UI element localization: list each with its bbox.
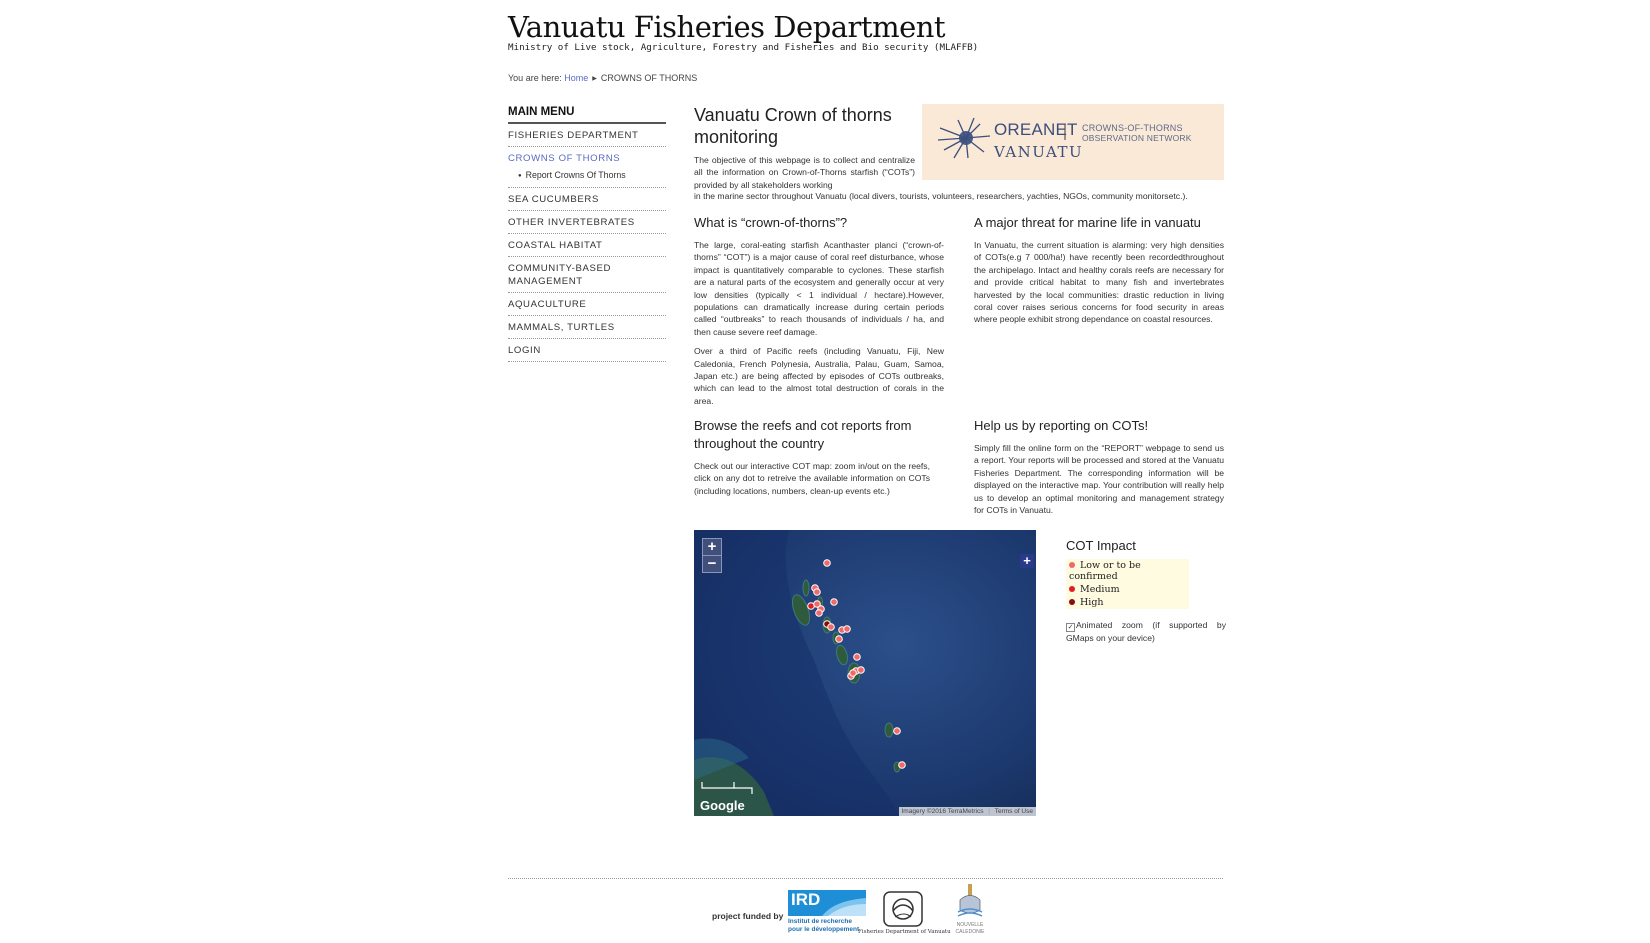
section-browse-reefs: Browse the reefs and cot reports from th…: [694, 417, 930, 497]
google-logo: Google: [700, 798, 745, 813]
ird-text-1: Institut de recherche: [788, 918, 852, 925]
ird-text-2: pour le développement: [788, 926, 860, 933]
section-heading: Browse the reefs and cot reports from th…: [694, 418, 912, 451]
legend-title: COT Impact: [1066, 538, 1136, 553]
section-paragraph: Check out our interactive COT map: zoom …: [694, 461, 930, 496]
menu-item-mammals-turtles[interactable]: MAMMALS, TURTLES: [508, 316, 666, 339]
main-menu: MAIN MENU FISHERIES DEPARTMENT CROWNS OF…: [508, 106, 666, 362]
site-subtitle: Ministry of Live stock, Agriculture, For…: [508, 42, 979, 53]
ird-name: IRD: [791, 890, 821, 909]
section-paragraph: Simply fill the online form on the “REPO…: [974, 443, 1224, 516]
animated-zoom-label: Animated zoom (if supported by GMaps on …: [1066, 620, 1226, 643]
animated-zoom-checkbox[interactable]: ✓: [1066, 623, 1075, 632]
main-menu-title: MAIN MENU: [508, 106, 666, 124]
cot-impact-legend: COT Impact Low or to be confirmed Medium…: [1066, 538, 1226, 644]
logo-country: VANUATU: [994, 143, 1084, 161]
imagery-credit: Imagery ©2016 TerraMetrics: [901, 808, 984, 815]
legend-label: Low or to be confirmed: [1069, 560, 1141, 582]
section-paragraph: Over a third of Pacific reefs (including…: [694, 346, 944, 406]
breadcrumb-current: CROWNS OF THORNS: [600, 73, 698, 83]
breadcrumb-prefix: You are here:: [508, 73, 562, 83]
intro-text-continued: in the marine sector throughout Vanuatu …: [694, 191, 1188, 201]
logo-tagline-2: OBSERVATION NETWORK: [1082, 133, 1192, 143]
menu-item-fisheries-department[interactable]: FISHERIES DEPARTMENT: [508, 124, 666, 147]
section-what-is-cot: What is “crown-of-thorns”? The large, co…: [694, 214, 944, 407]
menu-item-other-invertebrates[interactable]: OTHER INVERTEBRATES: [508, 211, 666, 234]
vfd-logo[interactable]: Fisheries Department of Vanuatu: [858, 891, 951, 939]
submenu-item-label: Report Crowns Of Thorns: [525, 170, 626, 180]
legend-label: Medium: [1080, 584, 1120, 595]
map-imagery[interactable]: [694, 530, 1036, 816]
menu-item-crowns-of-thorns[interactable]: CROWNS OF THORNS: [508, 147, 666, 169]
section-help-us: Help us by reporting on COTs! Simply fil…: [974, 417, 1224, 516]
legend-item-low: Low or to be confirmed: [1066, 559, 1189, 583]
section-paragraph: The large, coral-eating starfish Acantha…: [694, 240, 944, 337]
bullet-icon: ●: [518, 173, 522, 179]
breadcrumb-home-link[interactable]: Home: [564, 73, 588, 83]
intro-text: The objective of this webpage is to coll…: [694, 155, 915, 190]
vfd-emblem-icon: [883, 891, 923, 927]
menu-item-sea-cucumbers[interactable]: SEA CUCUMBERS: [508, 188, 666, 211]
legend-label: High: [1080, 597, 1104, 608]
legend-item-high: High: [1066, 596, 1189, 609]
zoom-out-button[interactable]: −: [702, 555, 722, 573]
menu-item-community-based-management[interactable]: COMMUNITY-BASED MANAGEMENT: [508, 257, 666, 293]
section-heading: Help us by reporting on COTs!: [974, 418, 1149, 433]
section-major-threat: A major threat for marine life in vanuat…: [974, 214, 1224, 326]
zoom-in-button[interactable]: +: [702, 538, 722, 556]
map-attribution: Imagery ©2016 TerraMetrics | Terms of Us…: [898, 807, 1036, 816]
animated-zoom-option: ✓ Animated zoom (if supported by GMaps on…: [1066, 619, 1226, 644]
nc-caption-2: CALEDONIE: [955, 929, 985, 935]
vfd-caption: Fisheries Department of Vanuatu: [858, 929, 951, 935]
section-heading: A major threat for marine life in vanuat…: [974, 215, 1201, 230]
oreanet-logo: OREANET VANUATU CROWNS-OF-THORNS OBSERVA…: [922, 104, 1224, 180]
nouvelle-caledonie-emblem-icon: [957, 884, 983, 917]
terms-of-use-link[interactable]: Terms of Use: [995, 808, 1033, 815]
funded-by-label: project funded by: [712, 911, 784, 921]
site-title[interactable]: Vanuatu Fisheries Department: [508, 10, 946, 44]
menu-item-login[interactable]: LOGIN: [508, 339, 666, 362]
nc-caption-1: NOUVELLE: [956, 922, 984, 928]
page-wrapper: Vanuatu Fisheries Department Ministry of…: [508, 0, 1226, 943]
footer-divider: [508, 878, 1223, 879]
page-title: Vanuatu Crown of thorns monitoring: [694, 105, 892, 147]
fullscreen-button[interactable]: +: [1020, 554, 1034, 568]
breadcrumb: You are here: Home ▶ CROWNS OF THORNS: [508, 73, 697, 83]
submenu-item-report-crowns-of-thorns[interactable]: ● Report Crowns Of Thorns: [508, 169, 666, 188]
legend-dot-medium: [1069, 586, 1075, 592]
cot-map[interactable]: + − + Google Imagery ©2016 TerraMetrics …: [694, 530, 1036, 816]
logo-tagline-1: CROWNS-OF-THORNS: [1082, 123, 1183, 133]
breadcrumb-separator-icon: ▶: [592, 76, 597, 82]
menu-item-coastal-habitat[interactable]: COASTAL HABITAT: [508, 234, 666, 257]
nouvelle-caledonie-logo[interactable]: NOUVELLE CALEDONIE: [952, 882, 988, 938]
ird-logo[interactable]: IRD Institut de recherche pour le dévelo…: [788, 890, 866, 938]
logo-name: OREANET: [994, 120, 1078, 139]
legend-dot-low: [1069, 562, 1075, 568]
legend-item-medium: Medium: [1066, 583, 1189, 596]
section-heading: What is “crown-of-thorns”?: [694, 215, 848, 230]
section-paragraph: In Vanuatu, the current situation is ala…: [974, 240, 1224, 325]
attribution-divider: |: [988, 808, 990, 815]
legend-dot-high: [1069, 599, 1075, 605]
menu-item-aquaculture[interactable]: AQUACULTURE: [508, 293, 666, 316]
